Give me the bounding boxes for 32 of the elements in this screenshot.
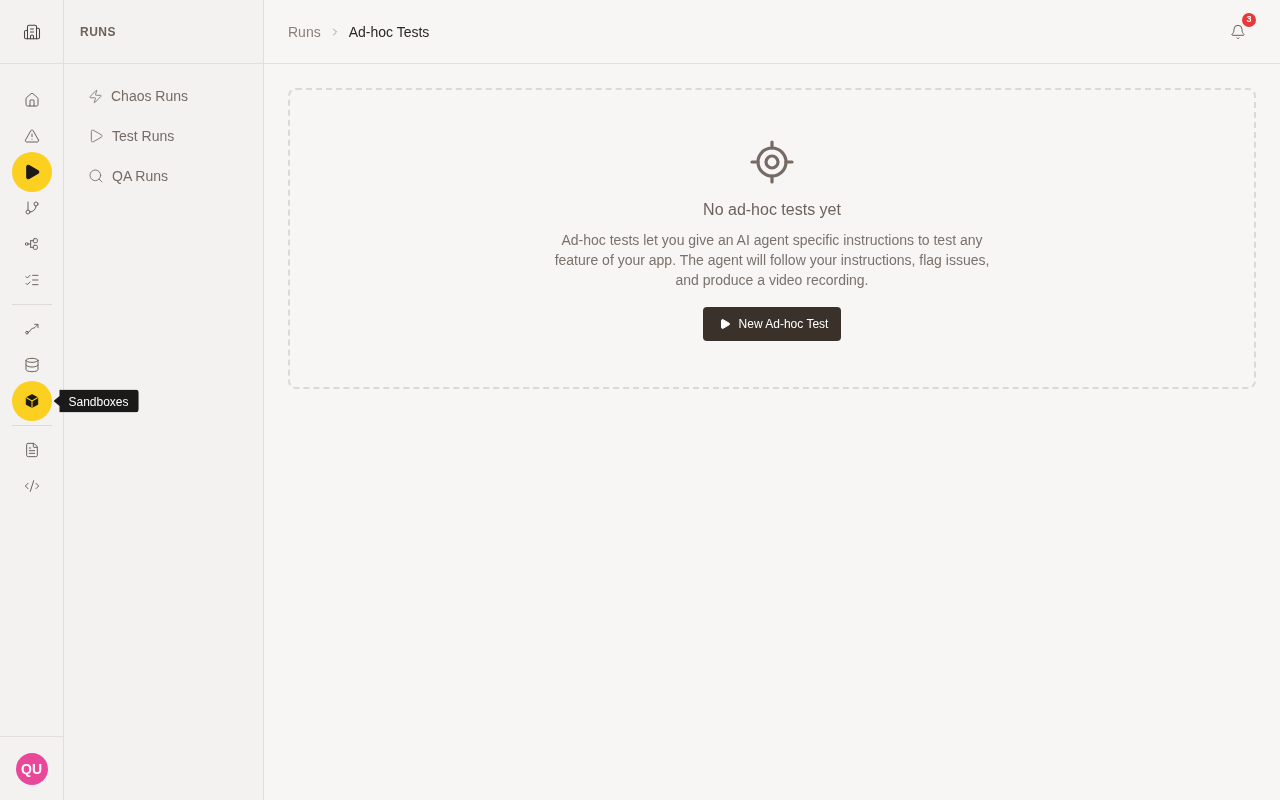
sidebar-item[interactable]: QA Runs [72, 160, 255, 192]
section-title: RUNS [80, 24, 116, 39]
notification-count: 3 [1242, 12, 1256, 27]
branch-icon [23, 200, 40, 216]
play-icon [88, 128, 104, 144]
crosshair-icon [748, 138, 796, 186]
sidebar-item[interactable]: Test Runs [72, 120, 255, 152]
checklist-icon [23, 272, 40, 288]
new-test-button[interactable]: New Ad-hoc Test [702, 307, 842, 341]
nav-button[interactable] [11, 381, 52, 421]
database-icon [23, 357, 40, 373]
empty-state-title: No ad-hoc tests yet [703, 200, 841, 220]
code-icon [23, 478, 40, 494]
bell-icon [1230, 23, 1246, 40]
page-title: Ad-hoc Tests [348, 23, 430, 40]
warning-icon [23, 128, 40, 144]
play-icon [718, 318, 731, 330]
document-icon [23, 442, 40, 458]
tooltip: Sandboxes [53, 389, 139, 413]
search-icon [88, 168, 104, 184]
home-icon [23, 92, 40, 108]
route-icon [23, 321, 40, 337]
lightning-icon [88, 88, 103, 104]
building-icon [22, 22, 41, 41]
nav-button[interactable] [11, 152, 52, 192]
user-avatar[interactable]: QU [15, 752, 48, 785]
empty-state-description: Ad-hoc tests let you give an AI agent specific instructions to test any feature of your app. The agent will follow your instructions, flag issues, and produce a video recording. [553, 231, 991, 290]
breadcrumb-link[interactable]: Runs [288, 23, 321, 40]
sidebar-item[interactable]: Chaos Runs [72, 80, 255, 112]
nodes-icon [23, 236, 40, 252]
box-icon [23, 393, 40, 409]
notifications-button[interactable]: 3 [1222, 15, 1254, 48]
